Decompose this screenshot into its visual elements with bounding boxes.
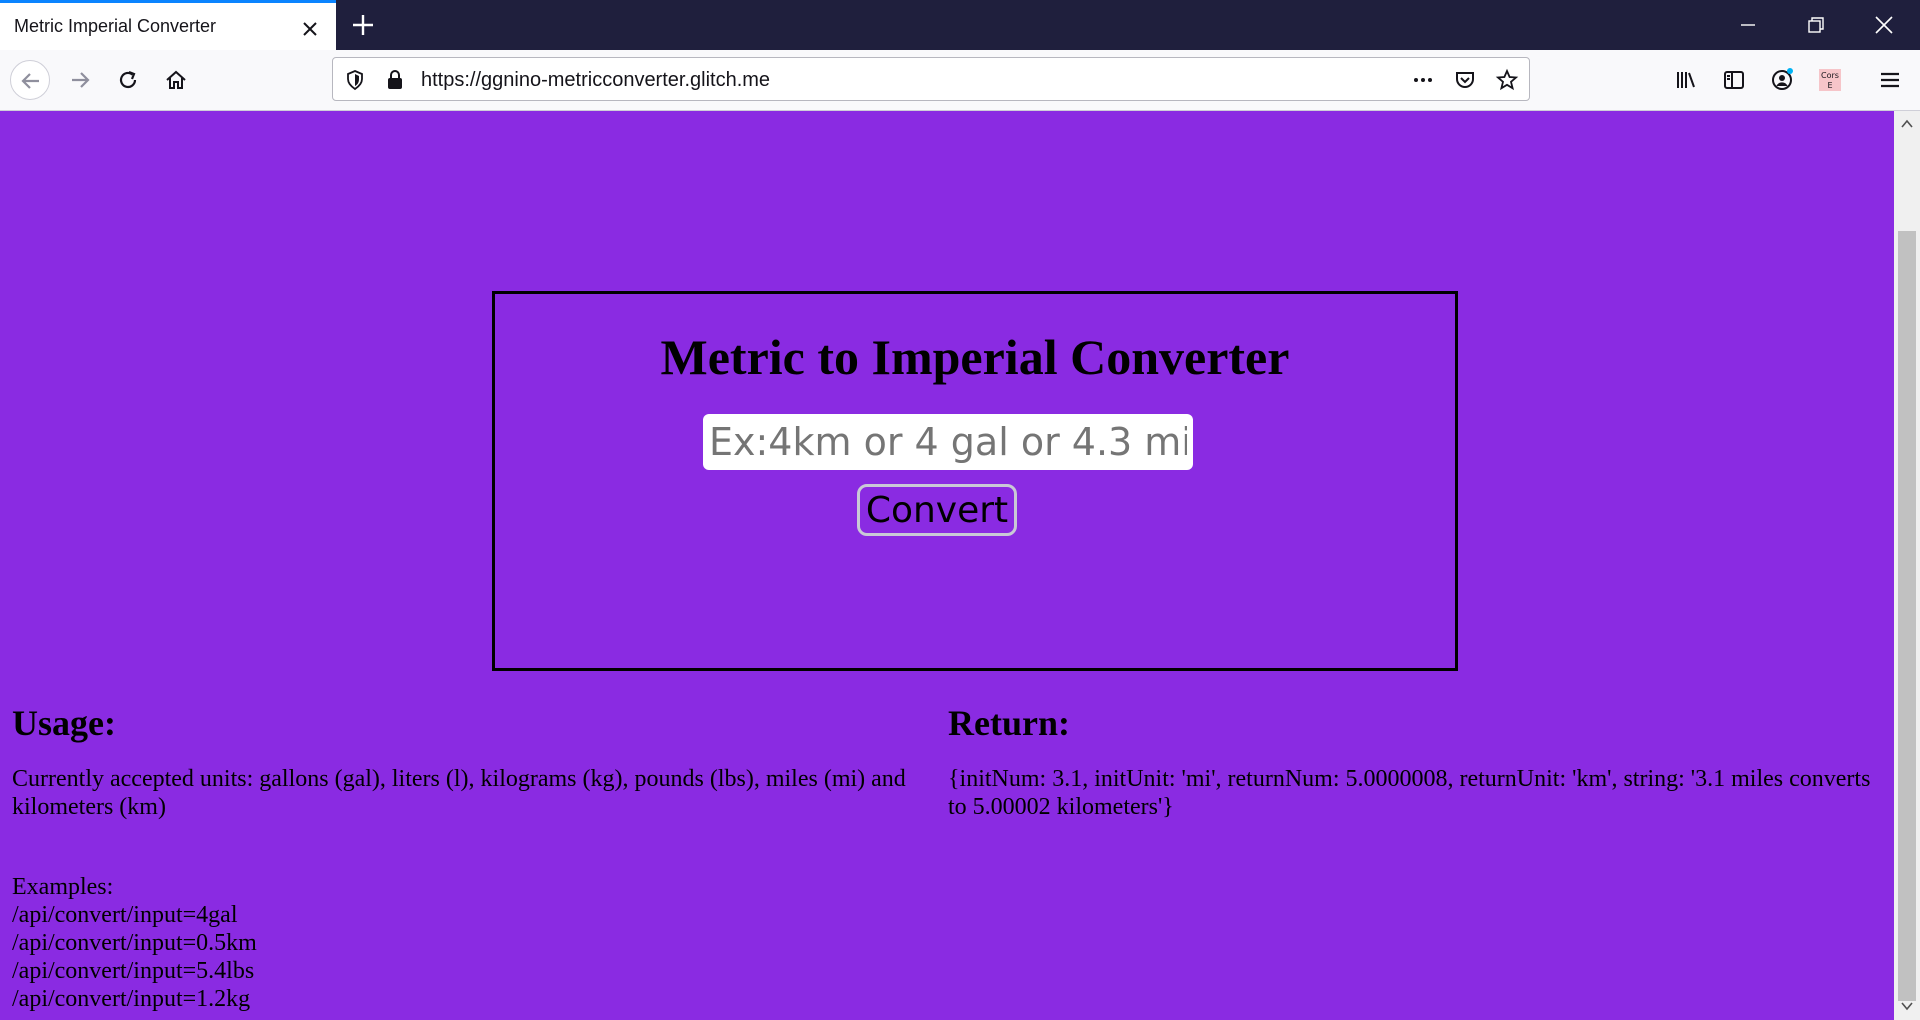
account-icon[interactable] bbox=[1762, 60, 1802, 100]
restore-icon[interactable] bbox=[1782, 0, 1850, 50]
page-content: Metric to Imperial Converter Convert Usa… bbox=[0, 111, 1894, 1020]
tab-active[interactable]: Metric Imperial Converter bbox=[0, 0, 336, 50]
cors-extension-icon[interactable]: Cors E bbox=[1810, 60, 1850, 100]
usage-section: Usage: Currently accepted units: gallons… bbox=[12, 701, 912, 1012]
pocket-icon[interactable] bbox=[1453, 68, 1477, 92]
scroll-up-icon[interactable] bbox=[1900, 117, 1914, 131]
examples-list: Examples: /api/convert/input=4gal /api/c… bbox=[12, 873, 257, 1013]
return-text: {initNum: 3.1, initUnit: 'mi', returnNum… bbox=[948, 766, 1871, 820]
example-item: /api/convert/input=5.4lbs bbox=[12, 958, 255, 984]
library-icon[interactable] bbox=[1666, 60, 1706, 100]
back-arrow-icon[interactable] bbox=[10, 60, 50, 100]
close-window-icon[interactable] bbox=[1850, 0, 1918, 50]
url-bar[interactable]: https://ggnino-metricconverter.glitch.me bbox=[332, 57, 1530, 101]
return-section: Return: {initNum: 3.1, initUnit: 'mi', r… bbox=[948, 701, 1878, 820]
convert-button[interactable]: Convert bbox=[857, 484, 1017, 536]
menu-icon[interactable] bbox=[1870, 60, 1910, 100]
tab-title: Metric Imperial Converter bbox=[14, 16, 217, 36]
page-title: Metric to Imperial Converter bbox=[660, 329, 1290, 385]
example-item: /api/convert/input=0.5km bbox=[12, 930, 257, 956]
example-item: /api/convert/input=4gal bbox=[12, 902, 238, 928]
scroll-down-icon[interactable] bbox=[1900, 999, 1914, 1013]
title-bar: Metric Imperial Converter bbox=[0, 0, 1920, 50]
reload-icon[interactable] bbox=[108, 60, 148, 100]
usage-heading: Usage: bbox=[12, 703, 116, 743]
shield-icon[interactable] bbox=[343, 68, 367, 92]
home-icon[interactable] bbox=[156, 60, 196, 100]
cors-extension-label-1: Cors bbox=[1821, 71, 1839, 80]
navigation-toolbar: https://ggnino-metricconverter.glitch.me… bbox=[0, 50, 1920, 111]
url-text[interactable]: https://ggnino-metricconverter.glitch.me bbox=[421, 69, 770, 92]
plus-icon[interactable] bbox=[346, 8, 380, 42]
scrollbar-thumb[interactable] bbox=[1898, 231, 1916, 1001]
cors-extension-label-2: E bbox=[1827, 81, 1832, 90]
example-item: /api/convert/input=1.2kg bbox=[12, 986, 251, 1012]
close-icon[interactable] bbox=[296, 15, 324, 43]
examples-label: Examples: bbox=[12, 874, 114, 900]
star-icon[interactable] bbox=[1495, 68, 1519, 92]
sidebar-icon[interactable] bbox=[1714, 60, 1754, 100]
vertical-scrollbar[interactable] bbox=[1894, 111, 1920, 1020]
forward-arrow-icon[interactable] bbox=[60, 60, 100, 100]
lock-icon[interactable] bbox=[383, 68, 407, 92]
converter-box: Metric to Imperial Converter Convert bbox=[492, 291, 1458, 671]
usage-text: Currently accepted units: gallons (gal),… bbox=[12, 766, 906, 820]
minimize-icon[interactable] bbox=[1714, 0, 1782, 50]
return-heading: Return: bbox=[948, 703, 1070, 743]
more-icon[interactable] bbox=[1411, 68, 1435, 92]
convert-input[interactable] bbox=[703, 414, 1193, 470]
